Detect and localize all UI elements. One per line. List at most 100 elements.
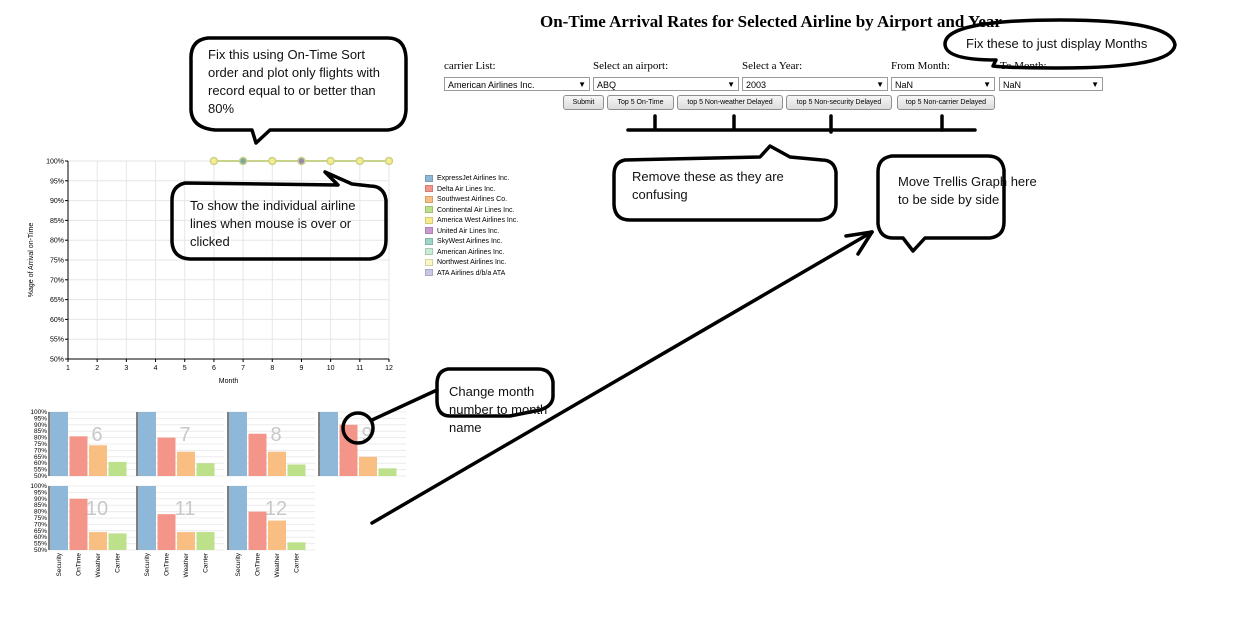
trellis-note-text: Move Trellis Graph here to be side by si… — [898, 174, 1037, 207]
from-month-label: From Month: — [891, 60, 950, 72]
trellis-panel: 9 — [318, 411, 406, 477]
trellis-month-label: 7 — [179, 424, 190, 446]
trellis-panel: 50%55%60%65%70%75%80%85%90%95%100% 6 — [30, 409, 136, 480]
trellis-bar — [69, 436, 88, 476]
legend-label: Southwest Airlines Co. — [437, 196, 508, 203]
x-tick-label: 6 — [212, 365, 216, 372]
x-tick-label: 5 — [183, 365, 187, 372]
to-month-value: NaN — [1003, 80, 1022, 90]
year-label: Select a Year: — [742, 60, 803, 72]
y-tick-label: 80% — [50, 238, 64, 245]
trellis-bar — [196, 532, 215, 550]
data-point — [209, 156, 219, 166]
trellis-y-tick-label: 60% — [34, 460, 47, 467]
top5-nonweather-button[interactable]: top 5 Non-weather Delayed — [677, 95, 783, 110]
legend-label: ATA Airlines d/b/a ATA — [437, 269, 506, 277]
trellis-bar — [138, 412, 156, 476]
to-month-select[interactable]: NaN ▼ — [999, 77, 1103, 91]
trellis-x-tick-label: OnTime — [255, 553, 262, 576]
trellis-x-tick-label: Security — [144, 552, 151, 576]
trellis-bar — [268, 520, 286, 550]
submit-button[interactable]: Submit — [563, 95, 604, 110]
trellis-bar — [108, 533, 127, 550]
trellis-month-label: 8 — [270, 424, 281, 446]
legend-swatch — [425, 237, 433, 245]
trellis-bar — [50, 412, 68, 476]
y-tick-label: 50% — [50, 357, 64, 364]
year-select[interactable]: 2003 ▼ — [742, 77, 888, 91]
y-tick-label: 100% — [46, 159, 64, 166]
trellis-y-tick-label: 70% — [34, 521, 47, 528]
trellis-month-label: 9 — [361, 424, 372, 446]
lines-note-text: To show the individual airline lines whe… — [190, 198, 356, 249]
legend-item: United Air Lines Inc. — [425, 227, 499, 236]
trellis-y-tick-label: 75% — [34, 515, 47, 522]
trellis-x-tick-label: OnTime — [76, 553, 83, 576]
data-point — [326, 156, 335, 166]
trellis-bar — [287, 542, 306, 550]
to-month-label: To Month: — [1000, 60, 1047, 72]
chevron-down-icon: ▼ — [727, 80, 735, 89]
trellis-bar — [248, 511, 267, 550]
trellis-bar — [177, 451, 195, 476]
trellis-x-tick-label: Weather — [95, 552, 102, 577]
x-axis-label: Month — [219, 378, 239, 385]
sort-note-text: Fix this using On-Time Sort order and pl… — [208, 47, 380, 116]
legend-item: Northwest Airlines Inc. — [425, 258, 506, 267]
trellis-bar — [89, 532, 107, 550]
line-chart: 50%55%60%65%70%75%80%85%90%95%100%1 2 3 4 5 6… — [28, 156, 394, 385]
top5-noncarrier-button[interactable]: top 5 Non-carrier Delayed — [897, 95, 995, 110]
trellis-bar — [248, 433, 267, 476]
legend-item: American Airlines Inc. — [425, 248, 504, 257]
trellis-x-tick-label: Carrier — [115, 552, 122, 573]
trellis-x-tick-label: Weather — [274, 552, 281, 577]
carrier-select[interactable]: American Airlines Inc. ▼ — [444, 77, 590, 91]
months-note-text: Fix these to just display Months — [966, 36, 1148, 51]
trellis-x-tick-label: OnTime — [164, 553, 171, 576]
trellis-panel: 50%55%60%65%70%75%80%85%90%95%100% 10 Secu… — [30, 483, 136, 577]
trellis-y-tick-label: 100% — [30, 483, 47, 490]
trellis-bar — [229, 486, 247, 550]
trellis-panel: 7 — [136, 411, 224, 477]
data-point — [384, 156, 394, 166]
annotation-overlay — [170, 18, 1177, 525]
trellis-y-tick-label: 90% — [34, 496, 47, 503]
legend-label: Delta Air Lines Inc. — [437, 185, 496, 193]
trellis-bar — [69, 498, 88, 550]
legend-item: SkyWest Airlines Inc. — [425, 237, 502, 246]
trellis-y-tick-label: 55% — [34, 467, 47, 474]
y-tick-label: 75% — [50, 258, 64, 265]
x-tick-label: 9 — [300, 365, 304, 372]
trellis-x-tick-label: Security — [56, 552, 63, 576]
legend-item: America West Airlines Inc. — [425, 216, 518, 225]
x-tick-label: 4 — [154, 365, 158, 372]
top5-ontime-button[interactable]: Top 5 On-Time — [607, 95, 674, 110]
trellis-month-label: 6 — [91, 424, 102, 446]
y-tick-label: 95% — [50, 178, 64, 185]
trellis-y-tick-label: 65% — [34, 454, 47, 461]
trellis-month-label: 10 — [86, 498, 108, 520]
trellis-panel: 8 — [227, 411, 315, 477]
legend-label: United Air Lines Inc. — [437, 227, 500, 235]
legend-label: America West Airlines Inc. — [437, 217, 519, 224]
trellis-month-label: 12 — [265, 498, 287, 520]
trellis-bar — [138, 486, 156, 550]
x-tick-label: 2 — [95, 365, 99, 372]
legend-swatch — [425, 195, 433, 203]
chevron-down-icon: ▼ — [876, 80, 884, 89]
trellis-y-tick-label: 70% — [34, 447, 47, 454]
trellis-panel: 12 Security OnTime Weather Carrier — [227, 485, 315, 577]
y-tick-label: 90% — [50, 198, 64, 205]
trellis-bar — [320, 412, 338, 476]
legend-label: American Airlines Inc. — [437, 248, 505, 256]
chevron-down-icon: ▼ — [983, 80, 991, 89]
airport-select[interactable]: ABQ ▼ — [593, 77, 739, 91]
top5-nonsecurity-button[interactable]: top 5 Non-security Delayed — [786, 95, 892, 110]
carrier-select-value: American Airlines Inc. — [448, 80, 535, 90]
trellis-bar — [89, 445, 107, 476]
legend-swatch — [425, 269, 433, 277]
chevron-down-icon: ▼ — [1091, 80, 1099, 89]
from-month-select[interactable]: NaN ▼ — [891, 77, 995, 91]
trellis-bar — [378, 468, 397, 476]
trellis-x-tick-label: Carrier — [203, 552, 210, 573]
